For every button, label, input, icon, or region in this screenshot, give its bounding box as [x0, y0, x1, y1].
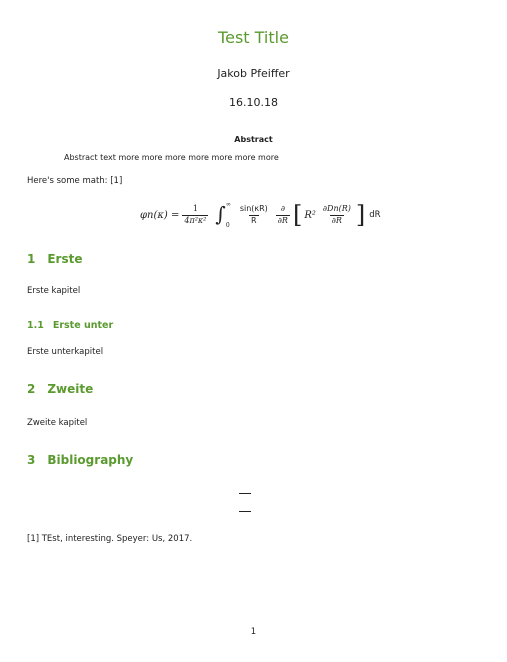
document-date: 16.10.18: [229, 96, 278, 109]
equation-fraction-derivative: ∂ ∂R: [275, 203, 290, 225]
integral-upper-limit: ∞: [225, 201, 231, 208]
subsection-heading-1-1: 1.1 Erste unter: [27, 320, 113, 331]
subsection-number: 1.1: [27, 320, 44, 331]
section-heading-2: 2 Zweite: [27, 382, 93, 396]
integral-sign: ∫: [215, 202, 226, 226]
equation-fraction-prefactor: 1 4π²κ²: [182, 203, 209, 225]
document-title: Test Title: [218, 28, 289, 47]
right-bracket: ]: [355, 201, 366, 229]
section-title: Bibliography: [47, 453, 134, 467]
subsection-title: Erste unter: [52, 320, 114, 331]
section-number: 1: [27, 252, 36, 266]
page-number: 1: [250, 627, 257, 637]
intro-paragraph: Here's some math: [1]: [27, 176, 123, 186]
section-title: Zweite: [47, 382, 94, 396]
abstract-heading: Abstract: [234, 135, 273, 144]
equation-fraction-sinc: sin(κR) R: [239, 203, 268, 225]
document-page: Test Title Jakob Pfeiffer 16.10.18 Abstr…: [0, 0, 507, 662]
document-author: Jakob Pfeiffer: [217, 67, 290, 80]
equation-r-squared: R²: [304, 209, 316, 221]
display-equation: φn(κ) = 1 4π²κ² ∫ ∞ 0 sin(κR) R ∂ ∂R [ R…: [140, 199, 381, 231]
bibliography-entry: [1] TEst, interesting. Speyer: Us, 2017.: [27, 534, 193, 544]
section-number: 2: [27, 382, 36, 396]
integral-lower-limit: 0: [225, 222, 230, 229]
integral-limits: ∞ 0: [226, 201, 231, 229]
bibliography-rule-bottom: [239, 511, 251, 512]
abstract-text: Abstract text more more more more more m…: [64, 153, 279, 162]
section-heading-1: 1 Erste: [27, 252, 83, 266]
section-number: 3: [27, 453, 36, 467]
subsection-1-1-text: Erste unterkapitel: [27, 347, 104, 357]
equation-fraction-inner: ∂Dn(R) ∂R: [322, 203, 351, 225]
equation-differential: dR: [369, 210, 381, 220]
bibliography-rule-top: [239, 493, 251, 494]
section-1-text: Erste kapitel: [27, 286, 81, 296]
equation-lhs: φn(κ) =: [140, 209, 180, 221]
section-heading-3: 3 Bibliography: [27, 453, 133, 467]
left-bracket: [: [292, 201, 303, 229]
section-title: Erste: [47, 252, 83, 266]
section-2-text: Zweite kapitel: [27, 418, 88, 428]
